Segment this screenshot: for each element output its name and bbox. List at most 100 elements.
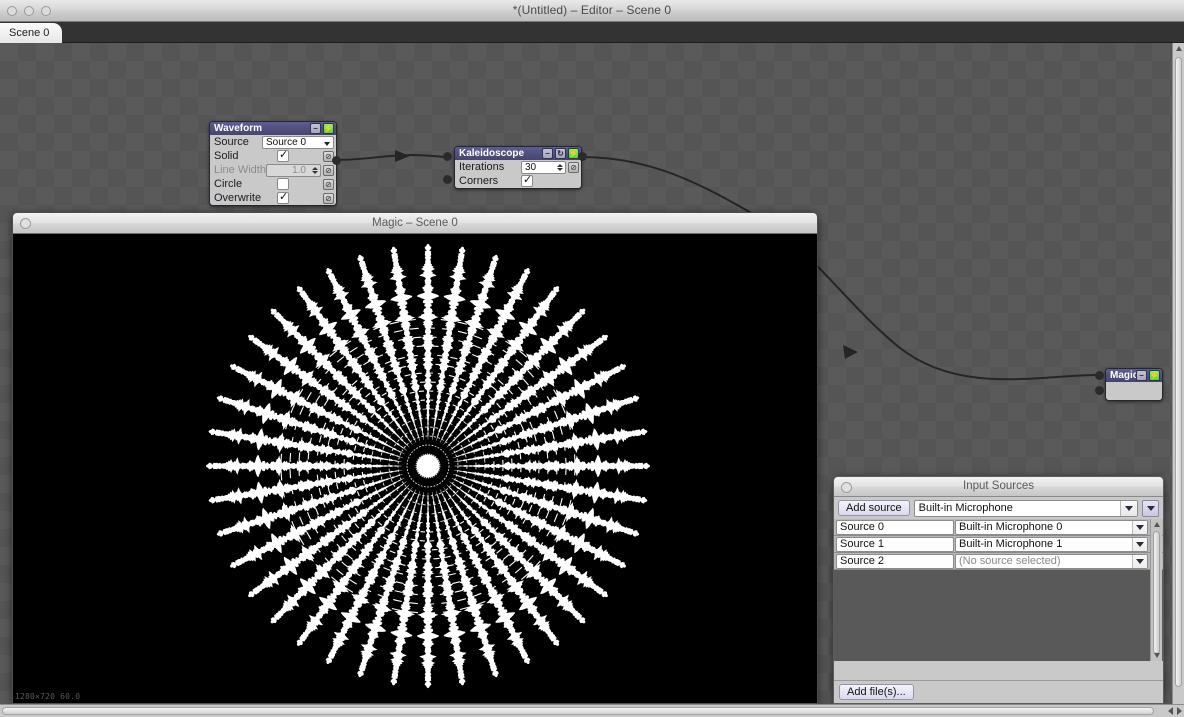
iterations-stepper[interactable] (555, 162, 564, 173)
application-window: *(Untitled) – Editor – Scene 0 Scene 0 W… (0, 0, 1184, 717)
node-magic[interactable]: Magic − ⚡ (1105, 368, 1163, 401)
overwrite-link-icon[interactable]: ⊘ (323, 192, 334, 204)
row-line-width: Line Width 1.0 ⊘ (210, 163, 336, 177)
iterations-value: 30 (525, 161, 537, 173)
scrollbar-thumb[interactable] (2, 707, 1154, 715)
row-circle-label: Circle (214, 178, 243, 190)
node-waveform-header[interactable]: Waveform − ⚡ (210, 122, 336, 135)
source-name-field[interactable]: Source 1 (836, 536, 954, 552)
bolt-icon[interactable]: ⚡ (1149, 370, 1160, 381)
input-sources-titlebar: Input Sources (834, 477, 1163, 497)
solid-checkbox[interactable] (277, 149, 289, 162)
source-list-scrollbar[interactable] (1150, 519, 1162, 661)
waveform-output-port[interactable] (332, 156, 341, 165)
source-name-field[interactable]: Source 2 (836, 553, 954, 569)
magic-input-port-1[interactable] (1095, 371, 1104, 380)
circle-link-icon[interactable]: ⊘ (323, 178, 334, 190)
node-kaleidoscope[interactable]: Kaleidoscope − ↻ ⚡ Iterations 30 ⊘ Corne… (454, 146, 582, 189)
row-solid: Solid ⊘ (210, 149, 336, 163)
row-circle: Circle ⊘ (210, 177, 336, 191)
scroll-end-icons[interactable] (1168, 707, 1182, 715)
device-pulldown-button[interactable] (1142, 499, 1159, 517)
scroll-up-icon[interactable] (1154, 522, 1160, 527)
input-sources-footer: Add file(s)... (834, 680, 1163, 703)
line-width-stepper[interactable] (310, 165, 319, 176)
minimize-icon[interactable]: − (310, 123, 321, 134)
input-sources-title: Input Sources (963, 480, 1034, 492)
source-device-value: (No source selected) (959, 554, 1061, 567)
scrollbar-thumb[interactable] (1175, 57, 1182, 687)
minimize-icon[interactable]: − (542, 148, 553, 159)
preview-window[interactable]: Magic – Scene 0 1280×720 60.0 (12, 212, 818, 704)
overwrite-checkbox[interactable] (277, 191, 289, 204)
row-source: Source Source 0 (210, 135, 336, 149)
scroll-up-icon[interactable] (1176, 46, 1182, 51)
source-device-select[interactable]: (No source selected) (955, 553, 1148, 569)
tab-strip: Scene 0 (0, 22, 1184, 43)
table-row[interactable]: Source 0 Built-in Microphone 0 (834, 519, 1163, 536)
row-overwrite: Overwrite ⊘ (210, 191, 336, 205)
device-combo[interactable]: Built-in Microphone (913, 499, 1138, 517)
node-waveform-rows: Source Source 0 Solid ⊘ Line Width 1.0 ⊘ (210, 135, 336, 205)
preview-canvas[interactable]: 1280×720 60.0 (13, 234, 817, 703)
node-waveform-title: Waveform (214, 123, 262, 134)
device-combo-value: Built-in Microphone (918, 501, 1013, 514)
line-width-value: 1.0 (292, 164, 306, 176)
waveform-kaleidoscope-visual (13, 234, 817, 703)
node-magic-body (1106, 382, 1162, 400)
minimize-icon[interactable]: − (1136, 370, 1147, 381)
corners-checkbox[interactable] (521, 174, 533, 187)
node-kaleidoscope-title: Kaleidoscope (459, 148, 525, 159)
line-width-link-icon[interactable]: ⊘ (323, 164, 334, 176)
table-row[interactable]: Source 1 Built-in Microphone 1 (834, 536, 1163, 553)
node-waveform[interactable]: Waveform − ⚡ Source Source 0 Solid ⊘ (209, 121, 337, 206)
circle-checkbox[interactable] (277, 178, 289, 190)
chevron-down-icon[interactable] (1132, 554, 1147, 568)
node-kaleidoscope-rows: Iterations 30 ⊘ Corners (455, 160, 581, 188)
row-corners: Corners (455, 174, 581, 188)
row-source-label: Source (214, 136, 249, 148)
magic-input-port-2[interactable] (1095, 386, 1104, 395)
source-device-select[interactable]: Built-in Microphone 1 (955, 536, 1148, 552)
scrollbar-thumb[interactable] (1153, 531, 1160, 654)
close-icon[interactable] (20, 218, 31, 229)
source-device-select[interactable]: Built-in Microphone 0 (955, 519, 1148, 535)
kaleidoscope-output-port[interactable] (578, 152, 587, 161)
node-magic-header[interactable]: Magic − ⚡ (1106, 369, 1162, 382)
source-list[interactable]: Source 0 Built-in Microphone 0 Source 1 … (834, 519, 1163, 661)
iterations-field[interactable]: 30 (521, 160, 567, 174)
scroll-down-icon[interactable] (1154, 653, 1160, 658)
chevron-down-icon[interactable] (1132, 537, 1147, 551)
row-overwrite-label: Overwrite (214, 192, 262, 204)
input-sources-window[interactable]: Input Sources Add source Built-in Microp… (833, 476, 1164, 704)
source-device-value: Built-in Microphone 0 (959, 520, 1063, 533)
iterations-link-icon[interactable]: ⊘ (568, 161, 579, 173)
source-name-field[interactable]: Source 0 (836, 519, 954, 535)
canvas-horizontal-scrollbar[interactable] (0, 704, 1184, 717)
preview-stats: 1280×720 60.0 (15, 692, 81, 701)
preview-titlebar: Magic – Scene 0 (13, 213, 817, 234)
table-row[interactable]: Source 2 (No source selected) (834, 553, 1163, 570)
node-magic-buttons: − ⚡ (1136, 370, 1160, 381)
bolt-icon[interactable]: ⚡ (323, 123, 334, 134)
add-files-button[interactable]: Add file(s)... (839, 684, 914, 700)
source-select[interactable]: Source 0 (262, 135, 334, 149)
add-source-button[interactable]: Add source (838, 500, 910, 516)
line-width-field[interactable]: 1.0 (266, 163, 321, 177)
row-iterations-label: Iterations (459, 161, 505, 173)
chevron-down-icon[interactable] (1120, 500, 1137, 516)
source-device-value: Built-in Microphone 1 (959, 537, 1063, 550)
node-kaleidoscope-header[interactable]: Kaleidoscope − ↻ ⚡ (455, 147, 581, 160)
row-line-width-label: Line Width (214, 164, 266, 176)
window-title: *(Untitled) – Editor – Scene 0 (512, 3, 672, 17)
kaleidoscope-input-port-2[interactable] (443, 175, 452, 184)
row-iterations: Iterations 30 ⊘ (455, 160, 581, 174)
chevron-down-icon[interactable] (1132, 520, 1147, 534)
reset-icon[interactable]: ↻ (555, 148, 566, 159)
tab-scene-0[interactable]: Scene 0 (0, 23, 63, 43)
close-icon[interactable] (841, 482, 852, 493)
kaleidoscope-input-port-1[interactable] (443, 152, 452, 161)
node-kaleidoscope-buttons: − ↻ ⚡ (542, 148, 579, 159)
canvas-vertical-scrollbar[interactable] (1172, 43, 1184, 704)
row-solid-label: Solid (214, 150, 239, 162)
